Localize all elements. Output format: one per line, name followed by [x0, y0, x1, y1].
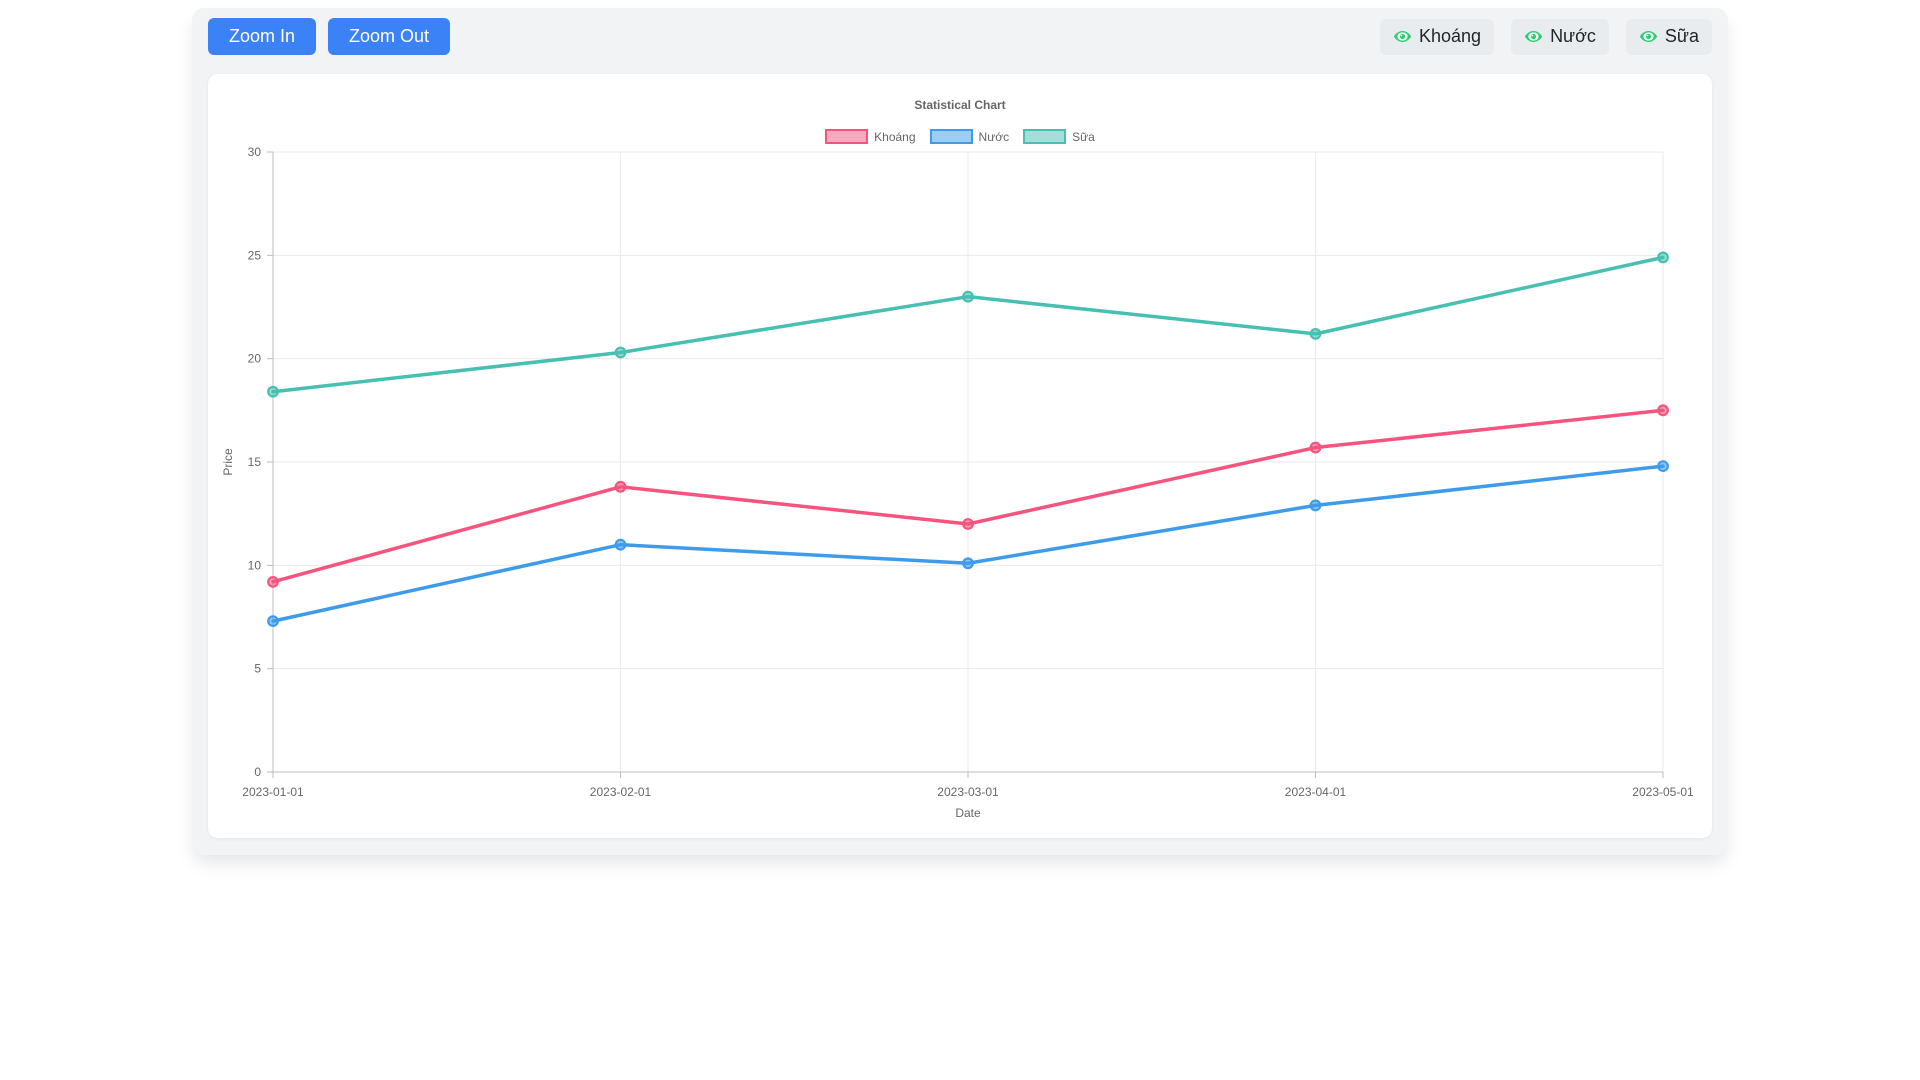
series-toggle-khoang[interactable]: Khoáng — [1380, 18, 1495, 55]
data-point-sua[interactable] — [614, 346, 627, 359]
data-point-sua[interactable] — [267, 385, 279, 398]
main-panel: Zoom In Zoom Out Khoáng Nước Sữa Statistic… — [192, 8, 1728, 855]
y-tick-label: 30 — [248, 145, 262, 159]
toolbar-zoom-group: Zoom In Zoom Out — [208, 18, 451, 55]
x-tick-label: 2023-04-01 — [1285, 785, 1347, 799]
line-chart: 0 5 10 15 20 25 30 2023-01-01 2023-02-01 2023-03-… — [221, 145, 1694, 820]
data-point-khoang[interactable] — [1657, 404, 1669, 417]
series-toggle-label: Sữa — [1664, 26, 1699, 46]
y-axis-title: Price — [221, 448, 235, 476]
eye-icon — [1639, 30, 1658, 43]
data-point-nuoc[interactable] — [962, 557, 974, 570]
series-toggle-label: Khoáng — [1419, 26, 1482, 46]
data-point-sua[interactable] — [962, 290, 974, 303]
data-point-nuoc[interactable] — [1657, 460, 1669, 473]
data-point-khoang[interactable] — [267, 575, 279, 588]
chart-card: Statistical Chart Khoáng Nước Sữa 0 5 10 15 20… — [208, 74, 1712, 838]
data-point-khoang[interactable] — [1309, 441, 1322, 454]
data-point-sua[interactable] — [1657, 251, 1669, 264]
y-tick-label: 20 — [248, 352, 262, 366]
y-tick-label: 5 — [254, 662, 261, 676]
y-tick-label: 25 — [248, 248, 262, 262]
axes — [267, 151, 1664, 778]
data-point-khoang[interactable] — [962, 518, 974, 530]
y-tick-label: 0 — [254, 765, 261, 779]
x-tick-label: 2023-05-01 — [1632, 785, 1694, 799]
axis-labels: 0 5 10 15 20 25 30 2023-01-01 2023-02-01 2023-03-… — [221, 145, 1694, 820]
zoom-in-button[interactable]: Zoom In — [208, 18, 317, 55]
x-tick-label: 2023-03-01 — [937, 785, 999, 799]
gridlines — [272, 151, 1664, 773]
series-toggle-label: Nước — [1550, 26, 1596, 46]
y-tick-label: 15 — [248, 455, 262, 469]
data-point-nuoc[interactable] — [267, 615, 279, 628]
data-point-nuoc[interactable] — [614, 538, 627, 551]
zoom-out-button[interactable]: Zoom Out — [328, 18, 451, 55]
y-tick-label: 10 — [248, 558, 262, 572]
data-point-nuoc[interactable] — [1309, 499, 1322, 512]
x-axis-title: Date — [955, 806, 981, 820]
series-toggle-group: Khoáng Nước Sữa — [1380, 18, 1712, 55]
x-tick-label: 2023-01-01 — [242, 785, 304, 799]
eye-icon — [1393, 30, 1412, 43]
toolbar: Zoom In Zoom Out Khoáng Nước Sữa — [208, 18, 1712, 55]
eye-icon — [1524, 30, 1543, 43]
x-tick-label: 2023-02-01 — [590, 785, 652, 799]
series-toggle-nuoc[interactable]: Nước — [1511, 18, 1609, 55]
data-point-sua[interactable] — [1309, 327, 1322, 340]
series-toggle-sua[interactable]: Sữa — [1625, 18, 1712, 55]
data-point-khoang[interactable] — [614, 480, 627, 493]
